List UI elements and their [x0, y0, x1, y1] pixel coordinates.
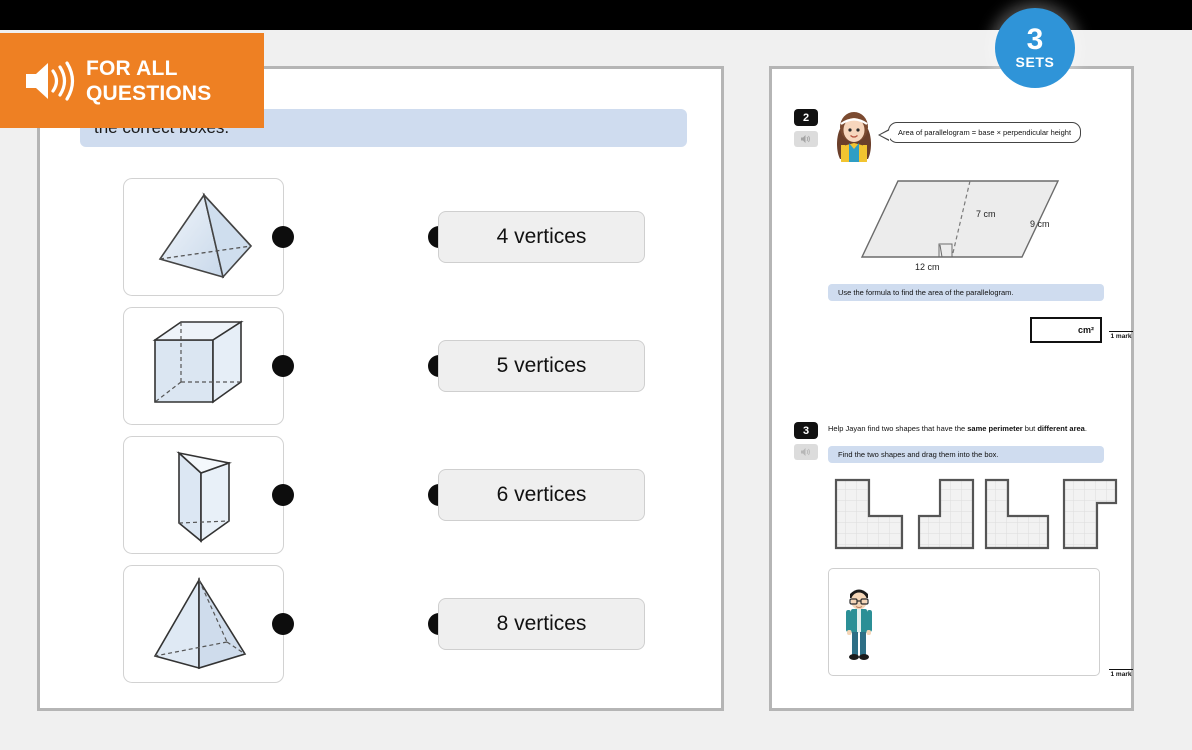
- square-pyramid-icon: [153, 577, 246, 670]
- sets-badge[interactable]: 3 SETS: [995, 8, 1075, 88]
- question-3-instruction-text: Find the two shapes and drag them into t…: [838, 450, 999, 459]
- formula-speech-bubble: Area of parallelogram = base × perpendic…: [877, 122, 1082, 143]
- sets-label: SETS: [1015, 54, 1055, 70]
- triangular-prism-icon: [175, 451, 232, 543]
- match-row: 6 vertices: [40, 432, 727, 561]
- speaker-icon: [26, 60, 75, 101]
- screenshot-root: the correct boxes.: [0, 0, 1192, 750]
- option-label: 5 vertices: [496, 354, 587, 377]
- for-all-questions-label: FOR ALL QUESTIONS: [86, 56, 211, 106]
- right-worksheet-panel: 2 Area of parallelogram = base × perpend…: [769, 66, 1134, 711]
- grid-shape-2[interactable]: [917, 478, 975, 550]
- answer-unit-label: cm²: [1077, 325, 1094, 335]
- question-2-answer-box[interactable]: cm²: [1030, 317, 1102, 343]
- speaker-icon: [801, 448, 810, 456]
- question-2-marks: 1 mark: [1109, 331, 1133, 340]
- q3-prompt-part-4: .: [1084, 424, 1087, 433]
- left-worksheet-panel: the correct boxes.: [37, 66, 724, 711]
- mark-rule: [1109, 669, 1133, 670]
- grid-shape-3[interactable]: [984, 478, 1050, 550]
- for-all-questions-overlay[interactable]: FOR ALL QUESTIONS: [0, 33, 264, 128]
- parallelogram-diagram: 7 cm 9 cm 12 cm: [860, 180, 1060, 272]
- question-3-markers: 3: [794, 422, 818, 460]
- sets-count: 3: [1026, 23, 1044, 56]
- shape-card-tetrahedron[interactable]: [123, 178, 284, 296]
- question-2-instruction: Use the formula to find the area of the …: [828, 284, 1104, 301]
- cube-icon: [151, 320, 244, 404]
- shape-dropbox[interactable]: [828, 568, 1100, 676]
- mark-rule: [1109, 331, 1133, 332]
- question-3-speaker-button[interactable]: [794, 444, 818, 460]
- connector-dot-shape-4[interactable]: [272, 613, 294, 635]
- grid-shape-1[interactable]: [834, 478, 904, 550]
- option-box-2[interactable]: 5 vertices: [438, 340, 645, 392]
- boy-avatar: [846, 589, 872, 660]
- option-box-3[interactable]: 6 vertices: [438, 469, 645, 521]
- q3-prompt-emphasis-perimeter: same perimeter: [967, 424, 1023, 433]
- question-3-marks-text: 1 mark: [1110, 671, 1132, 678]
- formula-text: Area of parallelogram = base × perpendic…: [898, 128, 1072, 137]
- question-2-marks-text: 1 mark: [1110, 333, 1132, 340]
- height-label: 7 cm: [976, 209, 996, 219]
- option-box-4[interactable]: 8 vertices: [438, 598, 645, 650]
- faq-line-2: QUESTIONS: [86, 81, 212, 105]
- question-3-number: 3: [794, 422, 818, 439]
- option-label: 4 vertices: [496, 225, 587, 248]
- match-row: 8 vertices: [40, 561, 727, 690]
- match-row: 4 vertices: [40, 174, 727, 303]
- speaker-icon: [801, 135, 810, 143]
- grid-shape-4[interactable]: [1062, 478, 1118, 550]
- question-3-instruction: Find the two shapes and drag them into t…: [828, 446, 1104, 463]
- q3-prompt-part-2: but: [1022, 424, 1038, 433]
- shape-card-cube[interactable]: [123, 307, 284, 425]
- option-label: 8 vertices: [496, 612, 587, 635]
- question-3-marks: 1 mark: [1109, 669, 1133, 678]
- question-2-speaker-button[interactable]: [794, 131, 818, 147]
- match-row: 5 vertices: [40, 303, 727, 432]
- question-3-prompt: Help Jayan find two shapes that have the…: [828, 423, 1123, 434]
- question-2-instruction-text: Use the formula to find the area of the …: [838, 288, 1014, 297]
- question-2-markers: 2: [794, 109, 818, 147]
- option-box-1[interactable]: 4 vertices: [438, 211, 645, 263]
- girl-avatar: [837, 112, 871, 162]
- faq-line-1: FOR ALL: [86, 56, 178, 80]
- connector-dot-shape-1[interactable]: [272, 226, 294, 248]
- side-label: 9 cm: [1030, 219, 1050, 229]
- shape-card-triangular-prism[interactable]: [123, 436, 284, 554]
- q3-prompt-emphasis-area: different area: [1037, 424, 1085, 433]
- tetrahedron-icon: [158, 192, 252, 279]
- connector-dot-shape-2[interactable]: [272, 355, 294, 377]
- question-2-number: 2: [794, 109, 818, 126]
- q3-prompt-part-0: Help Jayan find two shapes that have the: [828, 424, 968, 433]
- connector-dot-shape-3[interactable]: [272, 484, 294, 506]
- matching-activity: 4 vertices 5 vertices 6 vertices 8 verti…: [40, 174, 727, 690]
- option-label: 6 vertices: [496, 483, 587, 506]
- base-label: 12 cm: [915, 262, 940, 272]
- shape-card-square-pyramid[interactable]: [123, 565, 284, 683]
